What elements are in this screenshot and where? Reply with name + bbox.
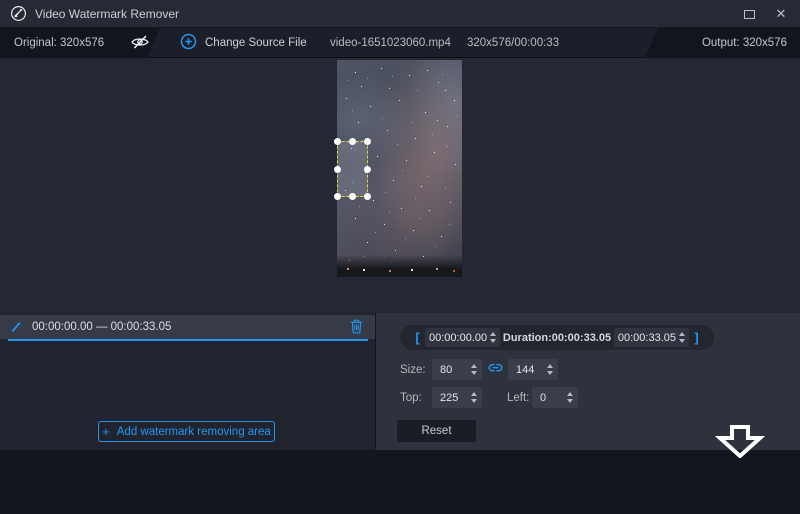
link-dimensions-icon[interactable]: [488, 363, 503, 373]
stars-decoration-dim: [337, 60, 338, 61]
preview-hide-icon[interactable]: [130, 35, 150, 52]
source-resolution-duration: 320x576/00:00:33: [467, 28, 559, 58]
left-arrows: [567, 392, 578, 403]
size-width-stepper[interactable]: 80: [432, 359, 482, 380]
top-value[interactable]: 225: [432, 392, 471, 404]
tab-output[interactable]: Output: 320x576: [644, 28, 800, 58]
watermark-time-range: 00:00:00.00 — 00:00:33.05: [32, 321, 171, 333]
resize-handle-top-left[interactable]: [334, 138, 341, 145]
add-watermark-area-button[interactable]: + Add watermark removing area: [98, 421, 275, 442]
resize-handle-mid-right[interactable]: [364, 166, 371, 173]
horizon-lights: [341, 268, 343, 270]
close-button[interactable]: ✕: [764, 0, 798, 28]
left-label: Left:: [507, 392, 529, 404]
reset-button[interactable]: Reset: [397, 420, 476, 442]
delete-watermark-icon[interactable]: [350, 319, 363, 334]
window-title: Video Watermark Remover: [35, 7, 179, 21]
clip-time-controls: [ 00:00:00.00 Duration:00:00:33.05 00:00…: [400, 325, 714, 350]
watermark-remover-icon: [9, 320, 23, 334]
up-arrow-icon[interactable]: [471, 364, 477, 368]
add-watermark-area-label: Add watermark removing area: [117, 426, 271, 438]
clip-start-bracket[interactable]: [: [410, 330, 425, 345]
resize-handle-bottom-left[interactable]: [334, 193, 341, 200]
start-time-stepper[interactable]: 00:00:00.00: [425, 328, 500, 347]
tab-original[interactable]: Original: 320x576: [0, 28, 162, 58]
resize-handle-bottom-center[interactable]: [349, 193, 356, 200]
source-toolbar: Original: 320x576 Change Source File vid…: [0, 28, 800, 58]
change-source-file-label: Change Source File: [205, 37, 307, 49]
size-width-arrows: [471, 364, 482, 375]
up-arrow-icon[interactable]: [679, 332, 685, 336]
left-value[interactable]: 0: [532, 392, 567, 404]
plus-circle-icon: [180, 33, 197, 53]
resize-handle-top-right[interactable]: [364, 138, 371, 145]
size-height-value[interactable]: 144: [508, 364, 547, 376]
plus-icon: +: [102, 425, 110, 438]
watermark-item-progress: [8, 339, 368, 341]
top-stepper[interactable]: 225: [432, 387, 482, 408]
top-label: Top:: [400, 392, 422, 404]
transport-bar: 00:00:01.16/00:00:33.05: [0, 283, 800, 313]
watermark-area-item[interactable]: 00:00:00.00 — 00:00:33.05: [0, 315, 375, 339]
top-arrows: [471, 392, 482, 403]
end-time-stepper[interactable]: 00:00:33.05: [614, 328, 689, 347]
up-arrow-icon[interactable]: [471, 392, 477, 396]
workspace: 00:00:00.00 — 00:00:33.05 + Add watermar…: [0, 313, 800, 450]
video-preview[interactable]: [337, 60, 462, 277]
watermark-list-panel: 00:00:00.00 — 00:00:33.05 + Add watermar…: [0, 313, 375, 450]
change-source-file-button[interactable]: Change Source File: [180, 28, 307, 58]
output-bar: Output: video-1651023...Watermark.mp4 Ou…: [0, 450, 800, 514]
preview-stage: [0, 58, 800, 283]
annotation-arrow-icon: [711, 425, 769, 461]
left-stepper[interactable]: 0: [532, 387, 578, 408]
maximize-icon: [744, 10, 755, 19]
original-resolution-label: Original: 320x576: [14, 37, 104, 49]
start-time-value[interactable]: 00:00:00.00: [429, 332, 487, 344]
size-label: Size:: [400, 364, 426, 376]
resize-handle-mid-left[interactable]: [334, 166, 341, 173]
down-arrow-icon[interactable]: [471, 399, 477, 403]
end-time-value[interactable]: 00:00:33.05: [618, 332, 676, 344]
maximize-button[interactable]: [732, 0, 766, 28]
watermark-selection-box[interactable]: [337, 141, 368, 197]
clip-end-bracket[interactable]: ]: [689, 330, 704, 345]
up-arrow-icon[interactable]: [567, 392, 573, 396]
output-resolution-label: Output: 320x576: [702, 37, 787, 49]
up-arrow-icon[interactable]: [547, 364, 553, 368]
down-arrow-icon[interactable]: [490, 339, 496, 343]
source-filename: video-1651023060.mp4: [330, 28, 451, 58]
resize-handle-bottom-right[interactable]: [364, 193, 371, 200]
horizon-silhouette: [337, 255, 462, 277]
down-arrow-icon[interactable]: [679, 339, 685, 343]
size-width-value[interactable]: 80: [432, 364, 471, 376]
start-time-arrows: [490, 332, 496, 343]
size-height-stepper[interactable]: 144: [508, 359, 558, 380]
down-arrow-icon[interactable]: [547, 371, 553, 375]
down-arrow-icon[interactable]: [471, 371, 477, 375]
down-arrow-icon[interactable]: [567, 399, 573, 403]
end-time-arrows: [679, 332, 685, 343]
app-logo-icon: [10, 5, 27, 22]
video-watermark-remover-window: Video Watermark Remover ✕ Original: 320x…: [0, 0, 800, 514]
resize-handle-top-center[interactable]: [349, 138, 356, 145]
up-arrow-icon[interactable]: [490, 332, 496, 336]
titlebar: Video Watermark Remover ✕: [0, 0, 800, 28]
duration-label: Duration:00:00:33.05: [500, 332, 614, 344]
size-height-arrows: [547, 364, 558, 375]
